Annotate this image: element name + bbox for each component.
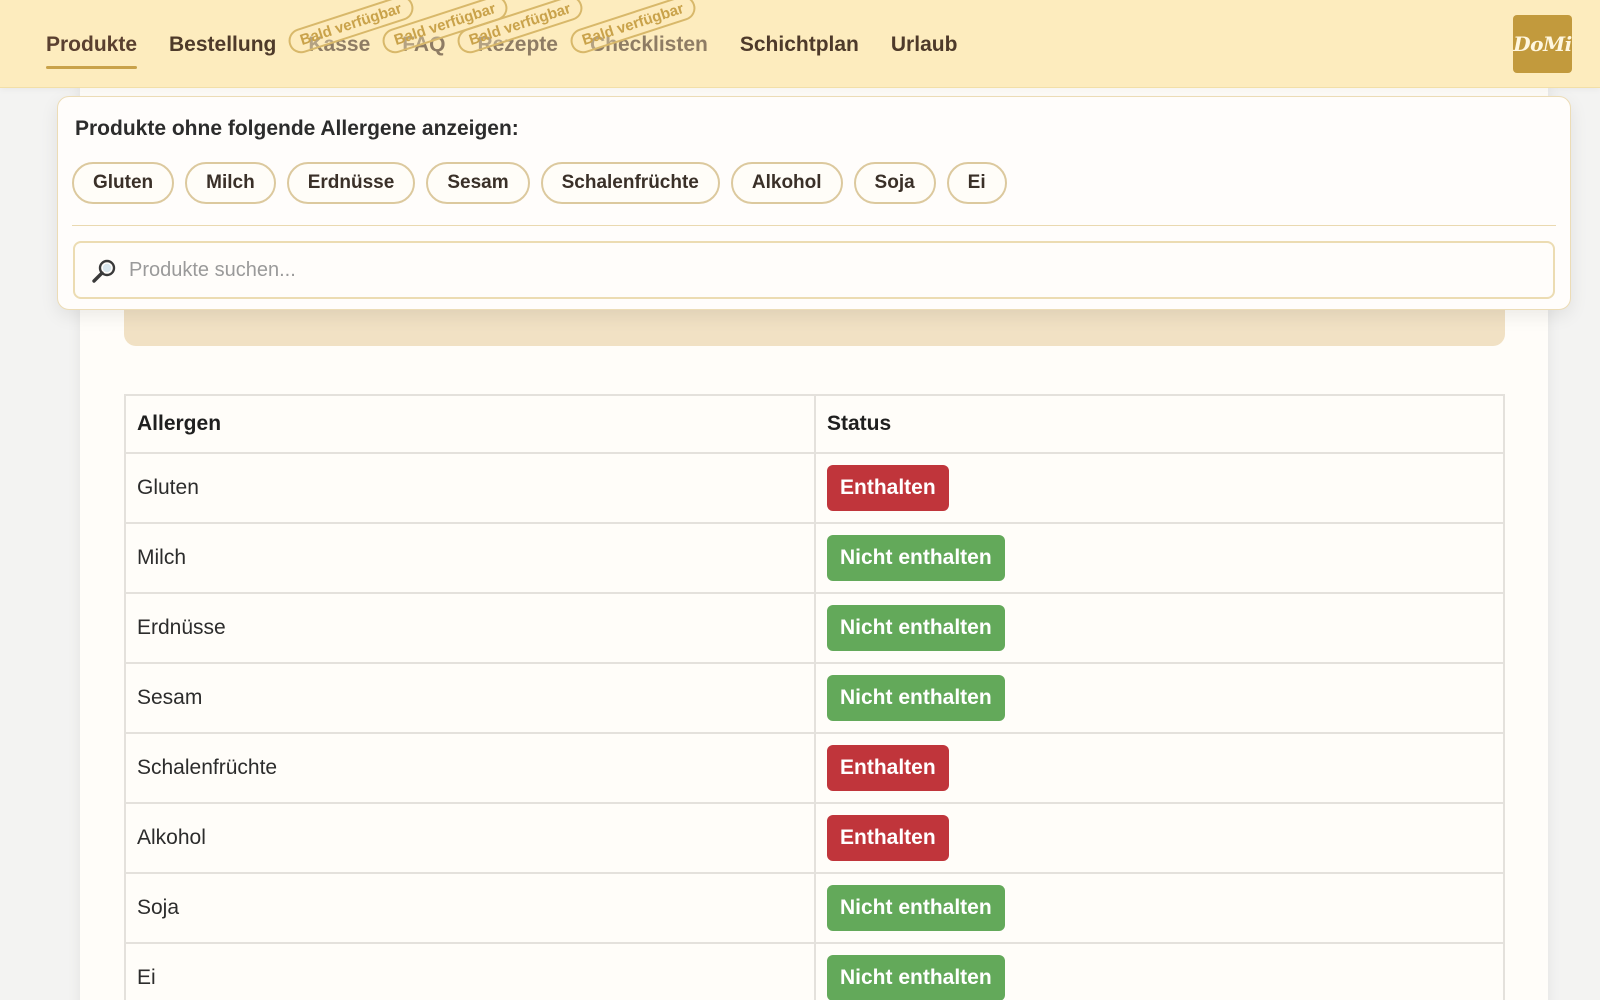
status-cell: Nicht enthalten	[814, 872, 1505, 944]
nav-faq[interactable]: FAQ Bald verfügbar	[379, 0, 511, 63]
status-badge: Nicht enthalten	[827, 535, 1005, 581]
status-badge: Nicht enthalten	[827, 955, 1005, 1000]
status-badge: Enthalten	[827, 745, 949, 791]
status-badge: Enthalten	[827, 465, 949, 511]
allergen-chip[interactable]: Milch	[185, 162, 276, 204]
search-input[interactable]	[129, 243, 1543, 297]
nav-bestellung[interactable]: Bestellung	[169, 26, 276, 63]
status-cell: Enthalten	[814, 802, 1505, 874]
nav-produkte[interactable]: Produkte	[46, 26, 138, 69]
column-header-allergen: Allergen	[124, 394, 816, 454]
status-cell: Nicht enthalten	[814, 942, 1505, 1000]
allergen-chip[interactable]: Soja	[853, 162, 936, 204]
status-cell: Nicht enthalten	[814, 662, 1505, 734]
table-row: Gluten Enthalten	[124, 452, 1505, 524]
table-row: Ei Nicht enthalten	[124, 942, 1505, 1000]
allergen-chip[interactable]: Gluten	[72, 162, 175, 204]
table-header-row: Allergen Status	[124, 394, 1505, 454]
column-header-status: Status	[814, 394, 1505, 454]
nav-urlaub[interactable]: Urlaub	[891, 26, 958, 63]
main-nav: Produkte Bestellung Kasse Bald verfügbar FAQ…	[46, 0, 989, 88]
table-row: Schalenfrüchte Enthalten	[124, 732, 1505, 804]
allergen-name-cell: Ei	[124, 942, 816, 1000]
nav-kasse[interactable]: Kasse Bald verfügbar	[285, 0, 417, 63]
status-cell: Enthalten	[814, 452, 1505, 524]
table-row: Sesam Nicht enthalten	[124, 662, 1505, 734]
search-box	[73, 241, 1555, 299]
nav-item-label: Produkte	[46, 32, 138, 56]
nav-item-label: Urlaub	[890, 32, 958, 56]
status-cell: Nicht enthalten	[814, 592, 1505, 664]
table-row: Soja Nicht enthalten	[124, 872, 1505, 944]
allergen-chip[interactable]: Schalenfrüchte	[540, 162, 720, 204]
status-badge: Nicht enthalten	[827, 675, 1005, 721]
status-badge: Enthalten	[827, 815, 949, 861]
status-badge: Nicht enthalten	[827, 605, 1005, 651]
allergen-chip-list: Gluten Milch Erdnüsse Sesam Schalenfrüchte Al…	[72, 162, 1018, 204]
top-navigation: Produkte Bestellung Kasse Bald verfügbar FAQ…	[0, 0, 1600, 88]
nav-item-label: Schichtplan	[739, 32, 859, 56]
search-icon	[92, 259, 116, 283]
allergen-name-cell: Erdnüsse	[124, 592, 816, 664]
allergen-name-cell: Gluten	[124, 452, 816, 524]
allergen-filter-panel: Produkte ohne folgende Allergene anzeige…	[57, 96, 1571, 310]
filter-title: Produkte ohne folgende Allergene anzeige…	[75, 117, 519, 140]
nav-rezepte[interactable]: Rezepte Bald verfügbar	[454, 0, 586, 63]
table-row: Erdnüsse Nicht enthalten	[124, 592, 1505, 664]
allergen-name-cell: Alkohol	[124, 802, 816, 874]
nav-checklisten[interactable]: Checklisten Bald verfügbar	[567, 0, 708, 63]
status-badge: Nicht enthalten	[827, 885, 1005, 931]
domi-logo[interactable]: DoMi	[1513, 15, 1572, 73]
nav-item-label: Bestellung	[169, 32, 277, 56]
allergen-chip[interactable]: Alkohol	[730, 162, 843, 204]
status-cell: Nicht enthalten	[814, 522, 1505, 594]
allergen-chip[interactable]: Ei	[946, 162, 1007, 204]
panel-divider	[72, 225, 1556, 226]
allergen-name-cell: Sesam	[124, 662, 816, 734]
allergen-name-cell: Milch	[124, 522, 816, 594]
status-cell: Enthalten	[814, 732, 1505, 804]
table-row: Milch Nicht enthalten	[124, 522, 1505, 594]
allergen-chip[interactable]: Sesam	[426, 162, 530, 204]
allergen-chip[interactable]: Erdnüsse	[286, 162, 416, 204]
allergen-name-cell: Soja	[124, 872, 816, 944]
table-row: Alkohol Enthalten	[124, 802, 1505, 874]
allergen-table: Allergen Status Gluten Enthalten Milch Nich…	[124, 394, 1505, 1000]
allergen-name-cell: Schalenfrüchte	[124, 732, 816, 804]
allergen-table-body: Gluten Enthalten Milch Nicht enthalten Erdnü…	[124, 452, 1505, 1000]
nav-schichtplan[interactable]: Schichtplan	[740, 26, 859, 63]
